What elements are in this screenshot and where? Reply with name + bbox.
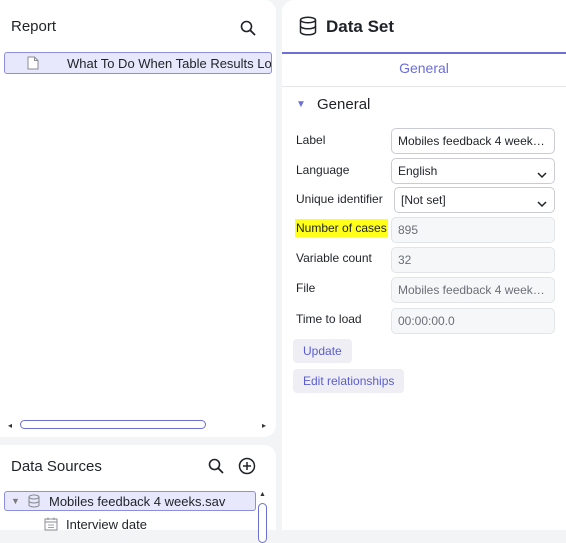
variable-count-input: 32: [391, 247, 555, 273]
database-icon: [298, 16, 318, 41]
data-sources-search-button[interactable]: [205, 455, 227, 477]
database-icon: [27, 494, 41, 510]
data-source-label: Mobiles feedback 4 weeks.sav: [49, 494, 226, 509]
plus-circle-icon: [238, 457, 256, 475]
data-set-header: Data Set: [282, 0, 566, 54]
search-icon: [240, 20, 256, 36]
time-to-load-input: 00:00:00.0: [391, 308, 555, 334]
variable-count-value: 32: [398, 253, 412, 267]
report-title: Report: [11, 18, 57, 35]
language-select[interactable]: English: [391, 158, 555, 184]
scrollbar-thumb[interactable]: [258, 503, 267, 543]
report-item-label: What To Do When Table Results Lo: [67, 56, 272, 71]
document-icon: [27, 56, 39, 73]
variable-count-field-label: Variable count: [296, 251, 372, 265]
data-sources-title: Data Sources: [11, 458, 102, 475]
unique-identifier-field-label: Unique identifier: [296, 192, 383, 206]
expand-triangle-icon[interactable]: ▼: [11, 496, 20, 506]
time-to-load-field-label: Time to load: [296, 312, 362, 326]
scroll-right-icon[interactable]: ▸: [262, 421, 266, 430]
add-data-source-button[interactable]: [236, 455, 258, 477]
file-input: Mobiles feedback 4 weeks.sav: [391, 277, 555, 303]
language-field-label: Language: [296, 163, 350, 177]
language-value: English: [398, 164, 438, 178]
data-set-panel: Data Set General ▼ General Label Mobiles…: [282, 0, 566, 530]
search-icon: [208, 458, 224, 474]
tab-general[interactable]: General: [282, 60, 566, 76]
chevron-down-icon: [536, 165, 548, 183]
label-value: Mobiles feedback 4 weeks.sav: [398, 134, 548, 148]
calendar-icon: [44, 517, 58, 536]
file-field-label: File: [296, 281, 316, 295]
unique-identifier-select[interactable]: [Not set]: [394, 187, 555, 213]
report-horizontal-scrollbar[interactable]: ◂ ▸: [8, 419, 266, 431]
data-sources-vertical-scrollbar[interactable]: ▲: [257, 491, 269, 543]
scroll-up-icon[interactable]: ▲: [259, 491, 266, 498]
section-general-label: General: [317, 96, 371, 113]
file-value: Mobiles feedback 4 weeks.sav: [398, 283, 548, 297]
report-search-button[interactable]: [237, 17, 259, 39]
divider: [282, 86, 566, 87]
number-of-cases-input: 895: [391, 217, 555, 243]
data-set-title: Data Set: [326, 17, 395, 36]
number-of-cases-value: 895: [398, 223, 419, 237]
update-button[interactable]: Update: [293, 339, 352, 363]
label-field-label: Label: [296, 133, 326, 147]
data-source-item[interactable]: ▼ Mobiles feedback 4 weeks.sav: [4, 491, 256, 511]
collapse-triangle-icon[interactable]: ▼: [296, 99, 306, 110]
chevron-down-icon: [536, 194, 548, 212]
label-input[interactable]: Mobiles feedback 4 weeks.sav: [391, 128, 555, 154]
unique-identifier-value: [Not set]: [401, 193, 446, 207]
report-tree-item[interactable]: What To Do When Table Results Lo: [4, 52, 272, 74]
time-to-load-value: 00:00:00.0: [398, 314, 455, 328]
scrollbar-thumb[interactable]: [20, 420, 206, 429]
data-sources-panel: Data Sources ▼ Mobiles feedback 4 weeks.…: [0, 445, 276, 543]
number-of-cases-field-label: Number of cases: [295, 219, 388, 237]
report-panel: Report What To Do When Table Results Lo …: [0, 0, 276, 437]
edit-relationships-button[interactable]: Edit relationships: [293, 369, 405, 393]
scroll-left-icon[interactable]: ◂: [8, 421, 12, 430]
